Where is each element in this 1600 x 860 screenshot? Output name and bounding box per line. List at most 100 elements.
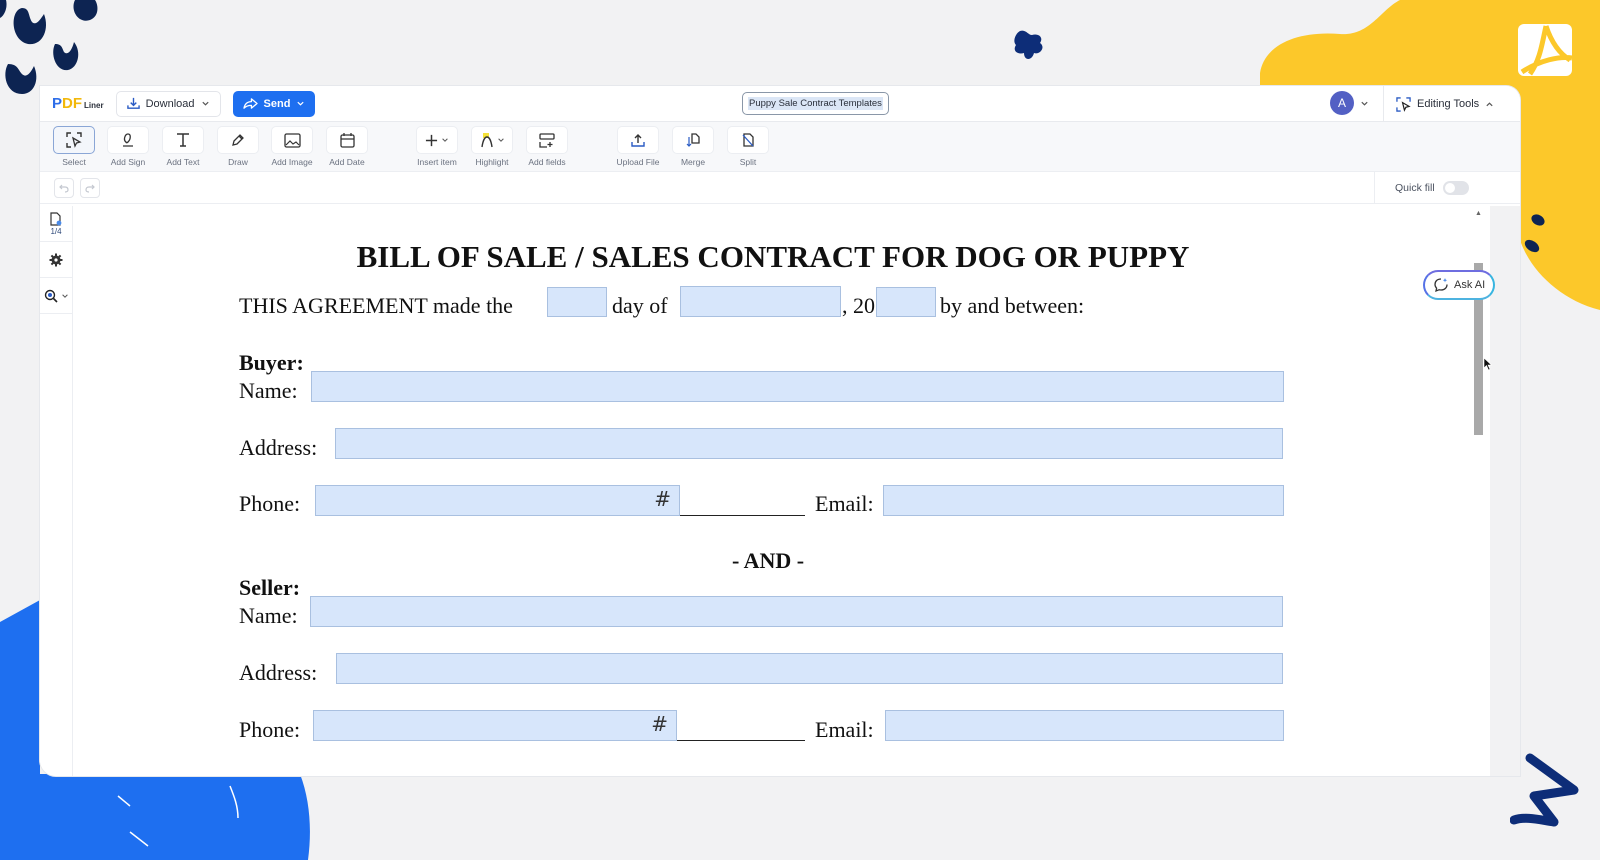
avatar[interactable]: A (1330, 91, 1354, 115)
agreement-text-1: THIS AGREEMENT made the (239, 293, 513, 318)
tool-draw[interactable]: Draw (216, 126, 260, 167)
buyer-phone-underline (680, 515, 805, 516)
month-field[interactable] (680, 286, 841, 317)
chevron-down-icon (201, 101, 209, 106)
select-icon (66, 132, 82, 148)
chevron-down-icon (442, 138, 448, 142)
buyer-heading: Buyer: (239, 350, 304, 375)
phone-format-hint: # (654, 487, 671, 511)
tool-select[interactable]: Select (52, 126, 96, 167)
seller-address-label: Address: (239, 660, 318, 685)
page-view-icon (50, 211, 62, 226)
ai-chat-icon (1434, 278, 1448, 293)
editing-tools-label: Editing Tools (1417, 98, 1480, 110)
quick-fill-label: Quick fill (1395, 182, 1435, 194)
document-page: BILL OF SALE / SALES CONTRACT FOR DOG OR… (74, 206, 1472, 776)
editing-tools-toggle[interactable]: Editing Tools (1383, 86, 1520, 122)
zoom-in-icon (44, 289, 58, 303)
buyer-email-label: Email: (815, 491, 874, 516)
agreement-text-2: day of (612, 293, 668, 318)
chevron-up-icon (1486, 101, 1493, 106)
decorative-squiggle (1510, 753, 1579, 827)
buyer-address-field[interactable] (335, 428, 1283, 459)
plus-icon (425, 134, 438, 146)
left-rail: 1/4 (40, 206, 73, 776)
upload-icon (631, 134, 645, 147)
editing-toolbar: Select Add Sign Add Text Draw Add Image … (40, 122, 1520, 172)
buyer-phone-label: Phone: (239, 491, 301, 516)
seller-phone-field[interactable]: # (313, 710, 677, 741)
decorative-blobs-top-left (0, 0, 98, 94)
tool-add-text[interactable]: Add Text (161, 126, 205, 167)
tool-label: Add Sign (110, 157, 146, 167)
document-title: BILL OF SALE / SALES CONTRACT FOR DOG OR… (356, 239, 1190, 274)
quick-fill: Quick fill (1374, 172, 1520, 204)
chevron-down-icon (61, 293, 68, 298)
tool-merge[interactable]: Merge (671, 126, 715, 167)
ask-ai-label: Ask AI (1454, 279, 1486, 291)
redo-button[interactable] (80, 178, 100, 198)
quick-fill-toggle[interactable] (1442, 181, 1469, 195)
logo-letter-p: P (52, 95, 63, 112)
tool-insert-item[interactable]: Insert item (415, 126, 459, 167)
zoom-menu[interactable] (40, 278, 72, 314)
tool-label: Add Image (271, 157, 313, 167)
seller-email-field[interactable] (885, 710, 1284, 741)
tool-split[interactable]: Split (726, 126, 770, 167)
template-link-chip[interactable]: Puppy Sale Contract Templates (742, 92, 889, 115)
text-icon (177, 133, 189, 147)
tool-add-sign[interactable]: Add Sign (106, 126, 150, 167)
template-link-label: Puppy Sale Contract Templates (748, 97, 883, 110)
tool-add-date[interactable]: Add Date (325, 126, 369, 167)
scroll-up-arrow[interactable]: ▲ (1475, 210, 1482, 217)
agreement-text-4: by and between: (940, 293, 1085, 318)
tool-label: Add Text (166, 157, 200, 167)
and-separator: - AND - (732, 548, 805, 573)
seller-phone-underline (677, 740, 805, 741)
agreement-text-3: , 20 (842, 293, 875, 318)
buyer-phone-field[interactable]: # (315, 485, 680, 516)
undo-button[interactable] (54, 178, 74, 198)
download-button[interactable]: Download (115, 90, 221, 117)
tool-label: Merge (680, 157, 706, 167)
tool-label: Select (62, 157, 86, 167)
tool-add-fields[interactable]: Add fields (525, 126, 569, 167)
settings-button[interactable] (40, 242, 72, 278)
ask-ai-button[interactable]: Ask AI (1423, 270, 1495, 300)
tool-upload-file[interactable]: Upload File (616, 126, 660, 167)
split-icon (742, 133, 754, 147)
top-bar: P D F Liner Download Send Puppy Sale Con… (40, 86, 1520, 122)
phone-format-hint: # (651, 712, 668, 736)
buyer-name-field[interactable] (311, 371, 1284, 402)
account-menu[interactable]: A (1330, 91, 1369, 115)
buyer-address-label: Address: (239, 435, 318, 460)
highlight-icon (480, 133, 493, 148)
year-field[interactable] (876, 287, 936, 317)
seller-address-field[interactable] (336, 653, 1283, 684)
select-cursor-icon (1396, 96, 1411, 112)
pages-button[interactable]: 1/4 (40, 206, 72, 242)
decorative-star-blob (1014, 30, 1043, 59)
undo-icon (59, 184, 69, 193)
tool-label: Upload File (616, 157, 660, 167)
tool-highlight[interactable]: Highlight (470, 126, 514, 167)
tool-label: Add Date (329, 157, 365, 167)
seller-heading: Seller: (239, 575, 301, 600)
merge-icon (686, 133, 700, 147)
pdfliner-logo[interactable]: P D F Liner (52, 95, 104, 112)
tool-add-image[interactable]: Add Image (270, 126, 314, 167)
draw-icon (232, 134, 244, 146)
seller-name-field[interactable] (310, 596, 1283, 627)
send-button[interactable]: Send (232, 90, 316, 117)
send-label: Send (263, 97, 291, 110)
buyer-name-label: Name: (239, 378, 298, 403)
sub-toolbar: Quick fill (40, 172, 1520, 204)
pdf-editor-window: P D F Liner Download Send Puppy Sale Con… (40, 86, 1520, 776)
chevron-down-icon (297, 101, 305, 106)
mouse-cursor (1483, 357, 1493, 371)
sign-icon (123, 133, 133, 147)
day-field[interactable] (547, 287, 607, 317)
buyer-email-field[interactable] (883, 485, 1284, 516)
logo-letter-d: D (62, 95, 73, 112)
redo-icon (85, 184, 95, 193)
